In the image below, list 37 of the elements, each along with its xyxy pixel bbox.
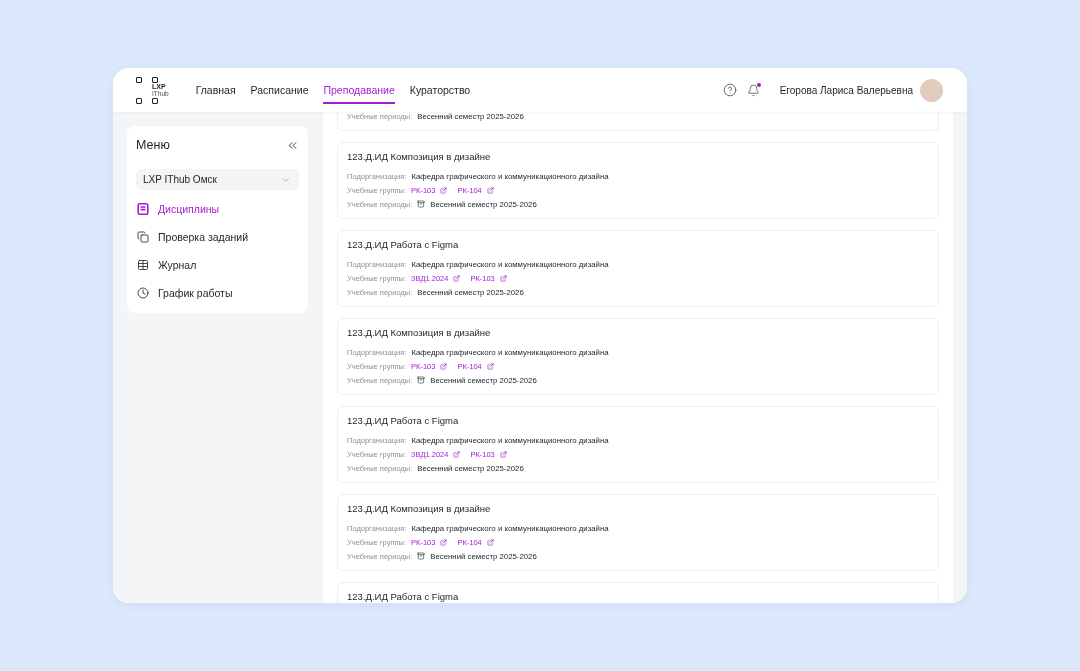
course-title[interactable]: 123.Д.ИД Работа с Figma <box>347 415 929 427</box>
external-link-icon <box>499 450 507 458</box>
menu-item[interactable]: Дисциплины <box>136 195 299 223</box>
scrollbar-track[interactable] <box>953 112 967 603</box>
course-card[interactable]: 123.Д.ИД Работа с Figma <box>337 582 939 603</box>
menu-item[interactable]: Проверка заданий <box>136 223 299 251</box>
table-icon <box>137 259 149 271</box>
course-title[interactable]: 123.Д.ИД Композиция в дизайне <box>347 151 929 163</box>
menu-title: Меню <box>136 138 170 152</box>
nav-tab[interactable]: Кураторство <box>409 76 471 104</box>
copy-icon <box>137 231 149 243</box>
external-link-icon <box>499 274 507 282</box>
course-title[interactable]: 123.Д.ИД Композиция в дизайне <box>347 327 929 339</box>
nav-tab[interactable]: Главная <box>195 76 236 104</box>
clock-icon <box>137 287 149 299</box>
help-button[interactable] <box>722 83 737 97</box>
nav-tab[interactable]: Преподавание <box>323 76 395 104</box>
external-link-icon <box>453 450 461 458</box>
external-link-icon <box>453 274 461 282</box>
external-link-icon <box>440 362 448 370</box>
menu-item[interactable]: Журнал <box>136 251 299 279</box>
course-title[interactable]: 123.Д.ИД Работа с Figma <box>347 591 929 603</box>
user-name[interactable]: Егорова Лариса Валерьевна <box>779 84 913 96</box>
bell-icon <box>747 83 761 97</box>
organization-select[interactable]: LXP IThub Омск <box>136 169 299 190</box>
external-link-icon <box>440 538 448 546</box>
nav-tab[interactable]: Расписание <box>250 76 309 104</box>
help-icon <box>722 83 737 97</box>
document-icon <box>137 203 149 215</box>
notifications-button[interactable] <box>746 83 761 97</box>
external-link-icon <box>486 538 494 546</box>
menu-item[interactable]: График работы <box>136 279 299 307</box>
course-title[interactable]: 123.Д.ИД Композиция в дизайне <box>347 503 929 515</box>
external-link-icon <box>440 186 448 194</box>
external-link-icon <box>486 362 494 370</box>
course-title[interactable]: 123.Д.ИД Работа с Figma <box>347 239 929 251</box>
external-link-icon <box>486 186 494 194</box>
